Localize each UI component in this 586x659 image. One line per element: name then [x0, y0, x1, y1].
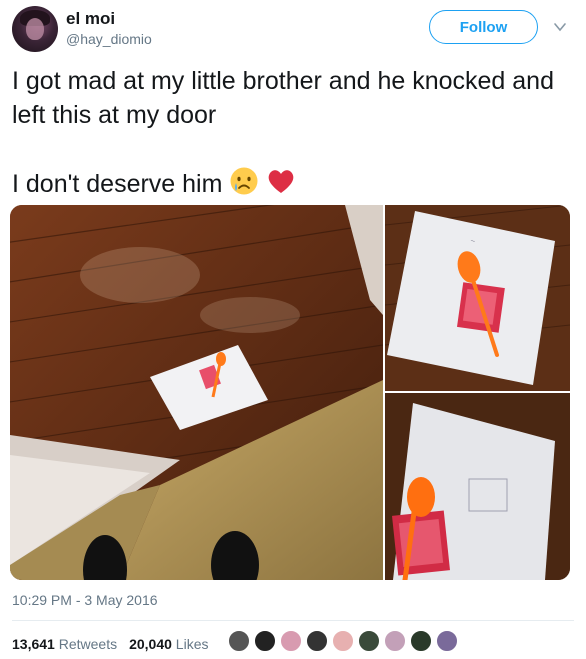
tweet-timestamp[interactable]: 10:29 PM - 3 May 2016: [12, 592, 158, 608]
likes-label: Likes: [175, 636, 209, 652]
divider: [12, 620, 574, 621]
liker-avatar[interactable]: [410, 630, 432, 652]
author-handle[interactable]: @hay_diomio: [66, 31, 152, 47]
tweet-line-1: I got mad at my little brother and he kn…: [12, 67, 554, 129]
chevron-down-icon[interactable]: [553, 20, 567, 34]
retweets-label: Retweets: [58, 636, 118, 652]
author-avatar[interactable]: [12, 6, 58, 52]
photo-bottom-right-image: [385, 393, 570, 580]
photo-top-right-image: ~: [385, 205, 570, 391]
likes-stat[interactable]: 20,040 Likes: [129, 636, 208, 652]
photo-main[interactable]: [10, 205, 383, 580]
tweet-line-2: I don't deserve him: [12, 170, 223, 198]
media-grid: ~: [10, 205, 570, 580]
liker-avatar[interactable]: [384, 630, 406, 652]
photo-main-image: [10, 205, 383, 580]
crying-face-icon: [230, 167, 258, 195]
liker-avatar[interactable]: [280, 630, 302, 652]
retweets-count: 13,641: [12, 636, 55, 652]
liker-avatar[interactable]: [332, 630, 354, 652]
engagement-stats: 13,641 Retweets 20,040 Likes: [12, 636, 208, 652]
liker-avatar[interactable]: [436, 630, 458, 652]
tweet-text: I got mad at my little brother and he kn…: [12, 64, 577, 201]
retweets-stat[interactable]: 13,641 Retweets: [12, 636, 117, 652]
photo-bottom-right[interactable]: [385, 393, 570, 580]
likes-count: 20,040: [129, 636, 172, 652]
liker-avatar[interactable]: [306, 630, 328, 652]
liker-avatar[interactable]: [228, 630, 250, 652]
author-name[interactable]: el moi: [66, 9, 115, 29]
liker-avatar[interactable]: [254, 630, 276, 652]
photo-top-right[interactable]: ~: [385, 205, 570, 391]
tweet-line-2-wrap: I don't deserve him: [12, 166, 577, 201]
liker-avatar[interactable]: [358, 630, 380, 652]
follow-button[interactable]: Follow: [429, 10, 538, 44]
red-heart-icon: [269, 170, 294, 193]
liker-avatars: [228, 630, 458, 652]
avatar-face: [26, 18, 44, 40]
